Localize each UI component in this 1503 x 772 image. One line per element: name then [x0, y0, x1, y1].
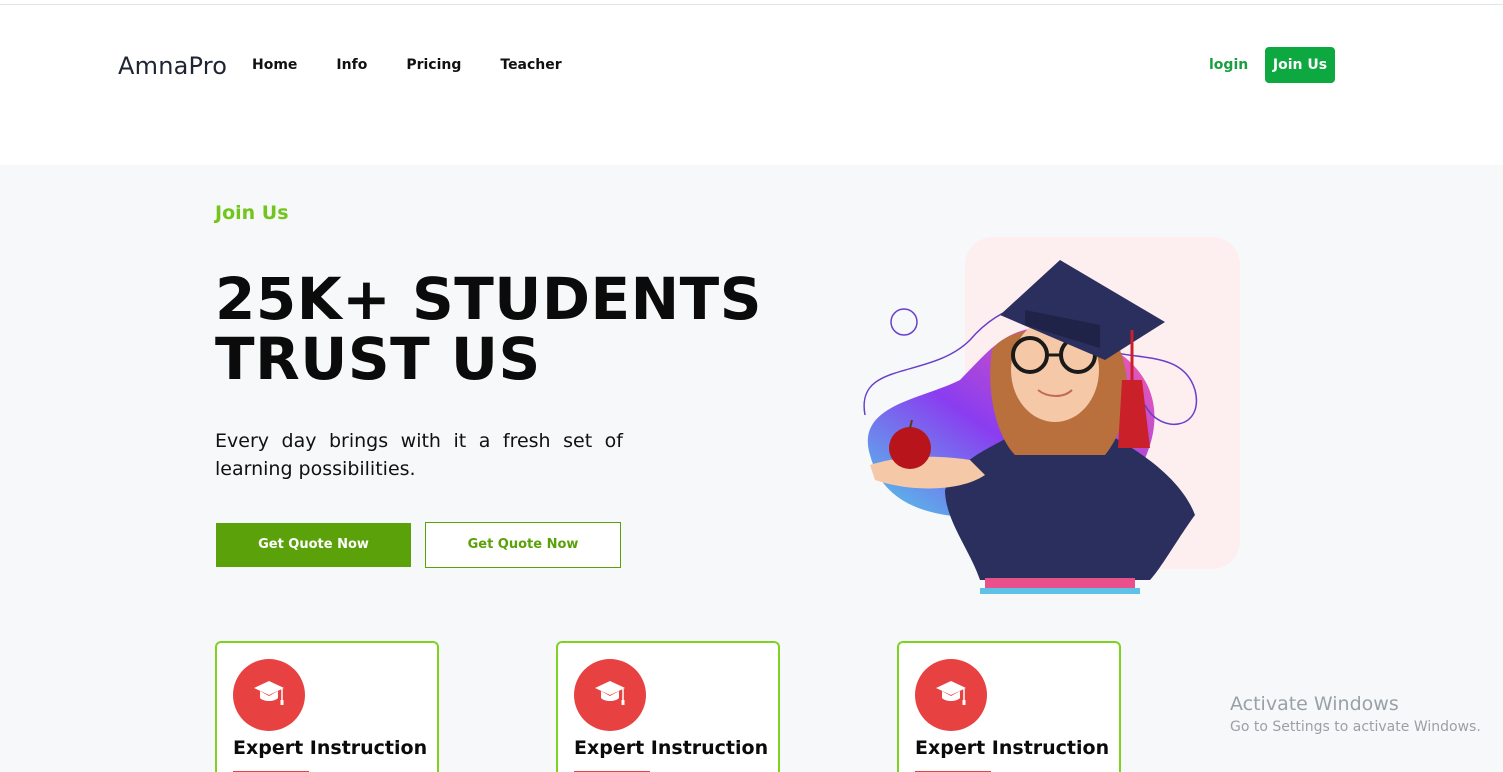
feature-card-2[interactable]: Expert Instruction	[556, 641, 780, 772]
feature-title: Expert Instruction	[233, 737, 428, 759]
feature-icon-circle	[574, 659, 646, 731]
hero-eyebrow: Join Us	[215, 202, 289, 224]
feature-card-1[interactable]: Expert Instruction	[215, 641, 439, 772]
graduation-cap-icon	[593, 678, 627, 712]
hero-headline-line2: TRUST US	[215, 325, 541, 393]
nav-home[interactable]: Home	[252, 57, 297, 73]
graduation-cap-icon	[934, 678, 968, 712]
main-nav: Home Info Pricing Teacher	[252, 57, 601, 73]
nav-info[interactable]: Info	[336, 57, 367, 73]
nav-pricing[interactable]: Pricing	[406, 57, 461, 73]
activate-windows-title: Activate Windows	[1230, 693, 1399, 715]
nav-teacher[interactable]: Teacher	[500, 57, 561, 73]
site-header: AmnaPro Home Info Pricing Teacher login …	[0, 5, 1503, 165]
feature-icon-circle	[233, 659, 305, 731]
activate-windows-subtitle: Go to Settings to activate Windows.	[1230, 719, 1481, 735]
hero-headline: 25K+ STUDENTS TRUST US	[215, 269, 775, 389]
graduate-girl-illustration	[850, 230, 1250, 610]
get-quote-button-primary[interactable]: Get Quote Now	[216, 523, 411, 567]
join-us-button[interactable]: Join Us	[1265, 47, 1335, 83]
get-quote-button-outline[interactable]: Get Quote Now	[425, 522, 621, 568]
hero-section: Join Us 25K+ STUDENTS TRUST US Every day…	[0, 165, 1503, 772]
feature-card-3[interactable]: Expert Instruction	[897, 641, 1121, 772]
feature-title: Expert Instruction	[574, 737, 769, 759]
graduation-cap-icon	[252, 678, 286, 712]
login-link[interactable]: login	[1209, 57, 1248, 73]
brand-logo[interactable]: AmnaPro	[118, 52, 227, 80]
feature-icon-circle	[915, 659, 987, 731]
feature-title: Expert Instruction	[915, 737, 1110, 759]
hero-subtext: Every day brings with it a fresh set of …	[215, 430, 623, 480]
hero-headline-line1: 25K+ STUDENTS	[215, 265, 763, 333]
